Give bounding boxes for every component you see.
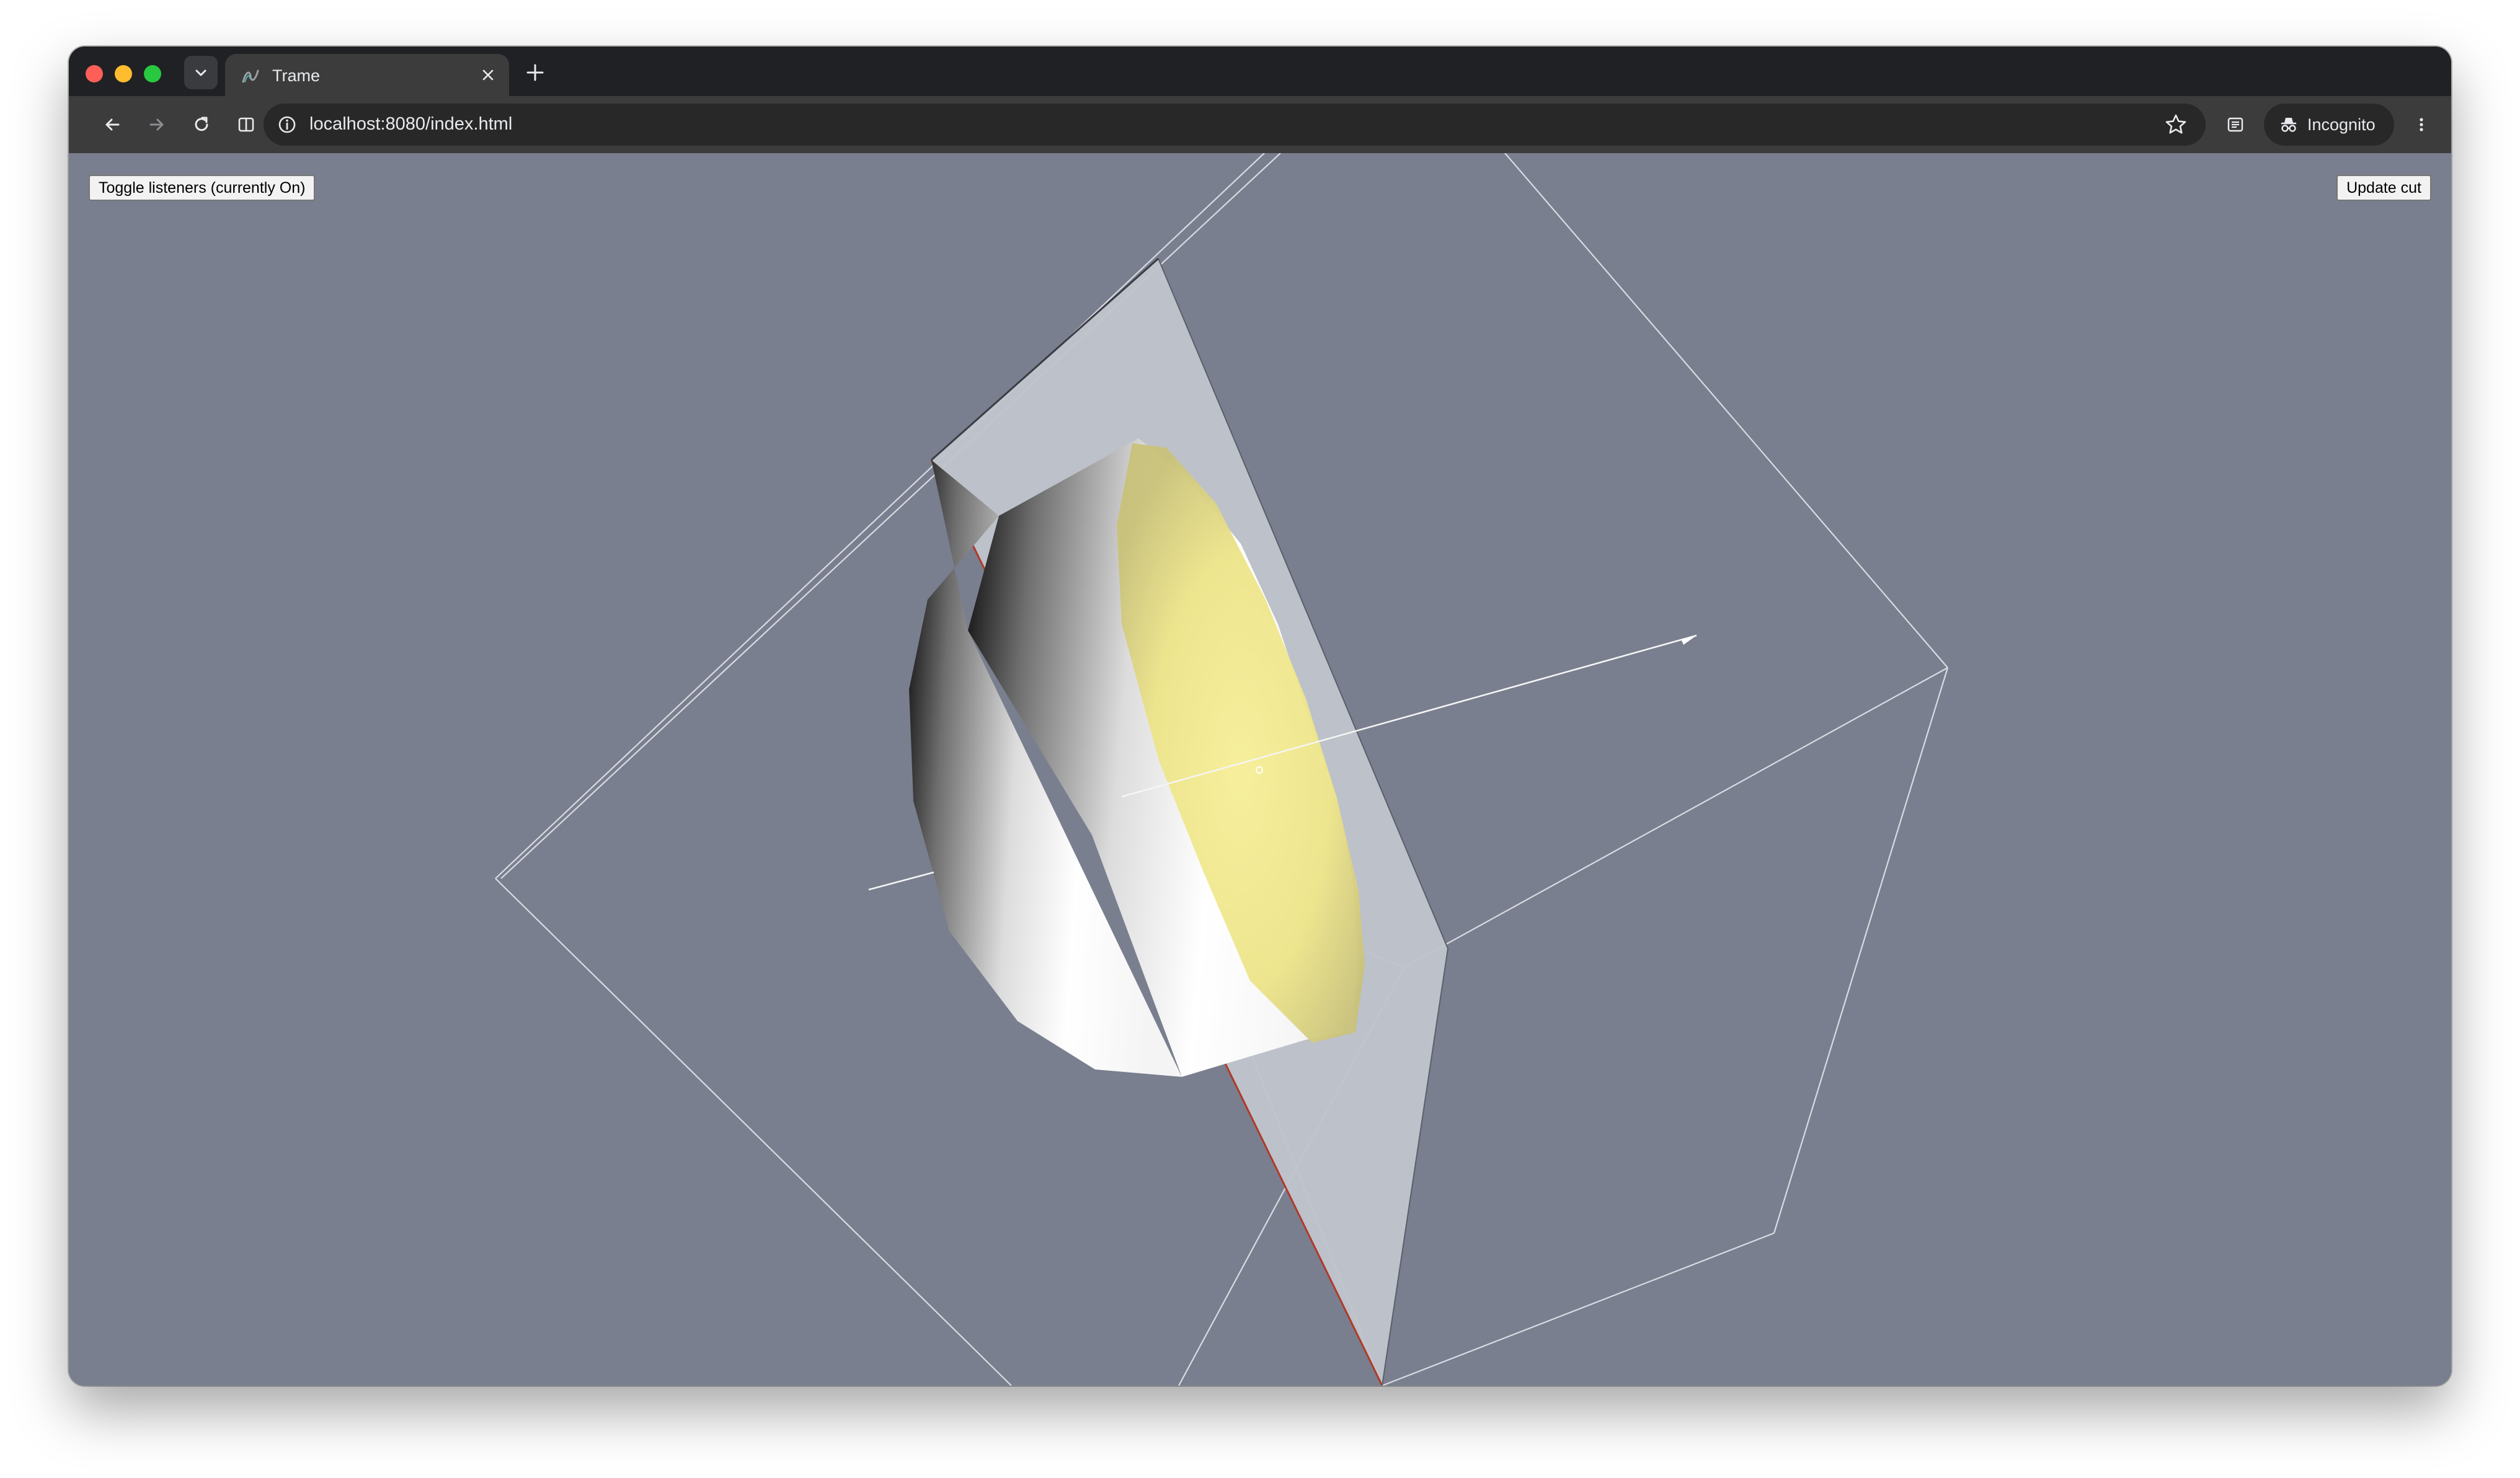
browser-toolbar: localhost:8080/index.html Incognito (69, 96, 2451, 153)
arrow-right-icon (149, 118, 164, 131)
toggle-listeners-button[interactable]: Toggle listeners (currently On) (89, 175, 316, 201)
split-view-icon (238, 117, 254, 132)
reading-list-icon (2227, 117, 2243, 132)
maximize-window-button[interactable] (144, 65, 161, 82)
tab-strip: Trame (69, 46, 2451, 96)
clipped-sphere (909, 438, 1365, 1077)
tab-trame[interactable]: Trame (225, 54, 509, 96)
tab-title: Trame (272, 66, 321, 85)
trame-icon (242, 69, 259, 83)
incognito-label: Incognito (2307, 115, 2376, 134)
tab-search-button[interactable] (184, 56, 218, 89)
reload-button[interactable] (187, 110, 216, 139)
browser-menu-button[interactable] (2407, 110, 2436, 139)
browser-window: Trame localhost:8080/index.html Incognit… (69, 46, 2451, 1386)
reading-list-button[interactable] (2221, 110, 2250, 139)
close-icon[interactable] (478, 65, 498, 85)
incognito-icon (2281, 118, 2297, 132)
back-button[interactable] (97, 110, 127, 139)
kebab-menu-icon (2420, 118, 2423, 131)
reload-icon (195, 117, 208, 131)
info-icon[interactable] (276, 113, 298, 136)
minimize-window-button[interactable] (115, 65, 132, 82)
forward-button[interactable] (142, 110, 172, 139)
split-view-button[interactable] (231, 110, 261, 139)
chevron-down-icon (195, 69, 206, 76)
address-bar[interactable]: localhost:8080/index.html (264, 104, 2206, 146)
plus-icon[interactable] (523, 60, 548, 85)
url-text[interactable]: localhost:8080/index.html (309, 114, 512, 135)
update-cut-button[interactable]: Update cut (2336, 175, 2431, 201)
star-icon[interactable] (2163, 112, 2188, 137)
close-window-button[interactable] (86, 65, 103, 82)
arrow-left-icon (105, 118, 120, 131)
incognito-indicator[interactable]: Incognito (2264, 104, 2394, 146)
3d-scene[interactable] (69, 153, 2451, 1386)
render-viewport[interactable]: Toggle listeners (currently On) Update c… (69, 153, 2451, 1386)
